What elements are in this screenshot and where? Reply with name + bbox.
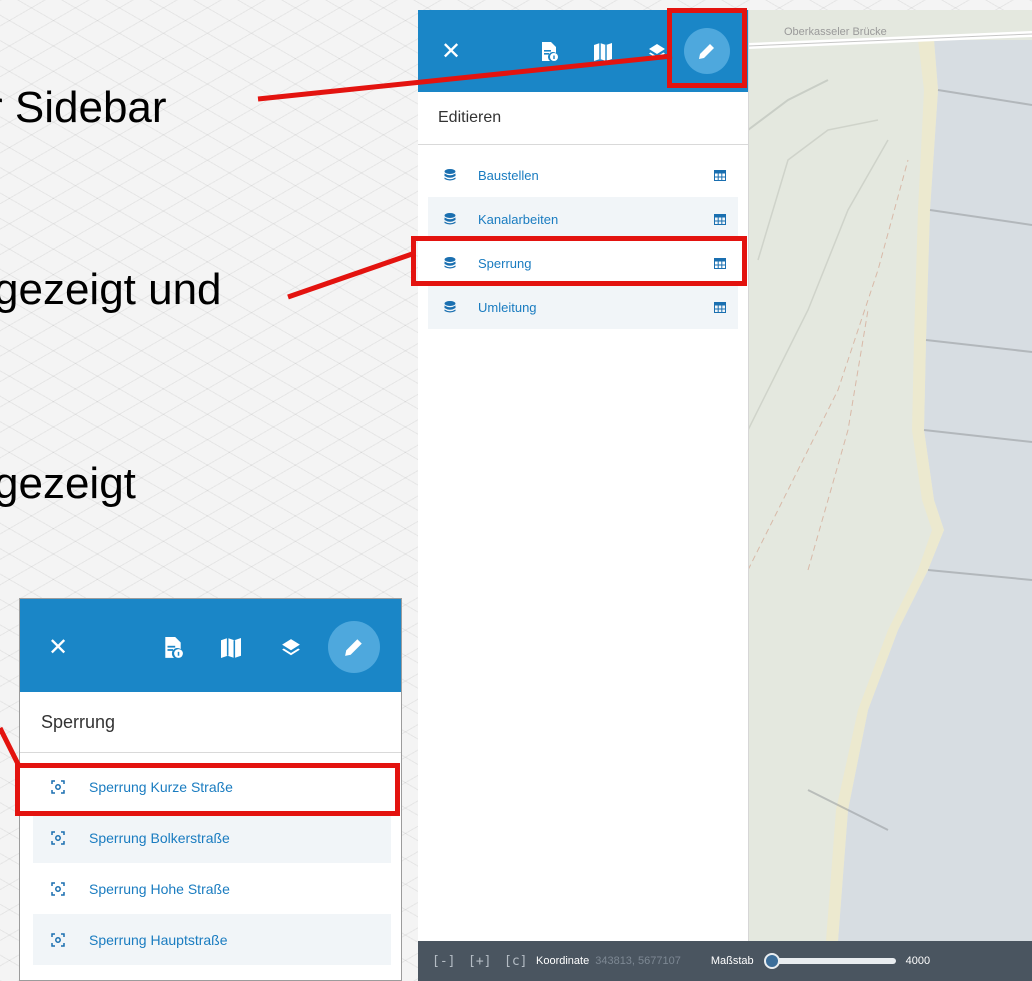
feature-label[interactable]: Sperrung Hauptstraße — [89, 932, 228, 948]
zoom-to-feature-icon[interactable] — [51, 881, 65, 896]
feature-list: Sperrung Kurze Straße Sperrung Bolkerstr… — [20, 753, 401, 965]
table-icon[interactable] — [714, 301, 726, 313]
layer-label[interactable]: Kanalarbeiten — [478, 212, 714, 227]
map-graphics — [748, 10, 1032, 941]
sidebar: ✕ Editieren Baustellen Kanalarbeiten Spe… — [418, 10, 749, 941]
list-item-feature[interactable]: Sperrung Hohe Straße — [33, 863, 391, 914]
list-item-kanalarbeiten[interactable]: Kanalarbeiten — [428, 197, 738, 241]
main-screenshot: Oberkasseler Brücke ✕ Editieren Baustell… — [418, 10, 1032, 981]
layer-label[interactable]: Sperrung — [478, 256, 714, 271]
database-icon — [444, 213, 460, 225]
inset-screenshot: ✕ Sperrung Sperrung Kurze Straße Sperrun… — [19, 598, 402, 981]
close-icon[interactable]: ✕ — [44, 631, 72, 663]
callout-text-3: gezeigt — [0, 459, 136, 508]
list-item-baustellen[interactable]: Baustellen — [428, 153, 738, 197]
feature-info-icon[interactable] — [538, 40, 560, 64]
map-view[interactable]: Oberkasseler Brücke — [748, 10, 1032, 941]
coordinate-value: 343813, 5677107 — [595, 955, 681, 967]
zoom-out-icon[interactable]: [-] — [432, 954, 455, 969]
list-item-umleitung[interactable]: Umleitung — [428, 285, 738, 329]
table-icon[interactable] — [714, 257, 726, 269]
map-icon[interactable] — [219, 635, 243, 661]
list-item-feature[interactable]: Sperrung Hauptstraße — [33, 914, 391, 965]
panel-title: Editieren — [418, 92, 748, 145]
feature-label[interactable]: Sperrung Bolkerstraße — [89, 830, 230, 846]
map-icon[interactable] — [592, 40, 614, 64]
zoom-to-feature-icon[interactable] — [51, 779, 65, 794]
sidebar-toolbar: ✕ — [418, 10, 748, 92]
zoom-in-icon[interactable]: [+] — [468, 954, 491, 969]
scale-slider[interactable] — [763, 953, 896, 969]
sidebar-toolbar: ✕ — [20, 599, 401, 692]
edit-pencil-icon[interactable] — [328, 621, 380, 673]
list-item-sperrung[interactable]: Sperrung — [428, 241, 738, 285]
status-bar: [-] [+] [c] Koordinate 343813, 5677107 M… — [418, 941, 1032, 981]
arrow-to-first-feature — [0, 726, 23, 770]
zoom-to-feature-icon[interactable] — [51, 932, 65, 947]
table-icon[interactable] — [714, 213, 726, 225]
callout-text-1: r Sidebar — [0, 83, 167, 132]
callout-text-2: gezeigt und — [0, 265, 222, 314]
feature-label[interactable]: Sperrung Kurze Straße — [89, 779, 233, 795]
feature-info-icon[interactable] — [161, 635, 185, 661]
layer-label[interactable]: Umleitung — [478, 300, 714, 315]
edit-pencil-icon[interactable] — [684, 28, 730, 74]
layer-label[interactable]: Baustellen — [478, 168, 714, 183]
list-item-feature[interactable]: Sperrung Kurze Straße — [33, 761, 391, 812]
list-item-feature[interactable]: Sperrung Bolkerstraße — [33, 812, 391, 863]
close-icon[interactable]: ✕ — [438, 36, 464, 66]
edit-layer-list: Baustellen Kanalarbeiten Sperrung Umleit… — [418, 145, 748, 329]
panel-title: Sperrung — [20, 692, 401, 753]
database-icon — [444, 257, 460, 269]
arrow-to-sperrung-layer — [287, 250, 416, 300]
database-icon — [444, 169, 460, 181]
zoom-to-feature-icon[interactable] — [51, 830, 65, 845]
table-icon[interactable] — [714, 169, 726, 181]
coordinate-label: Koordinate — [536, 955, 590, 967]
layers-icon[interactable] — [646, 40, 668, 64]
reset-view-icon[interactable]: [c] — [504, 954, 527, 969]
map-street-label: Oberkasseler Brücke — [784, 26, 887, 38]
layers-icon[interactable] — [279, 635, 303, 661]
scale-value: 4000 — [905, 955, 931, 967]
scale-slider-handle[interactable] — [763, 953, 780, 969]
feature-label[interactable]: Sperrung Hohe Straße — [89, 881, 230, 897]
database-icon — [444, 301, 460, 313]
scale-label: Maßstab — [710, 955, 754, 967]
